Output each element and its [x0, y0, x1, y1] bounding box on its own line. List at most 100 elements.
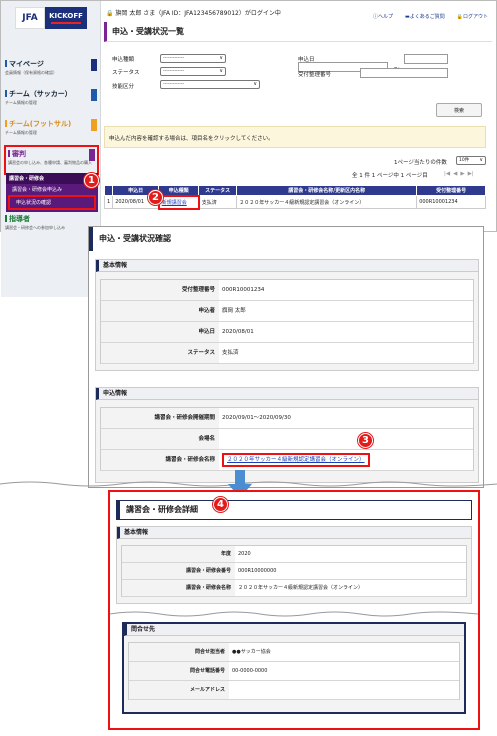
- apply-info-heading: 申込情報: [96, 388, 478, 400]
- per-page-label: 1ページ当たりの件数: [394, 160, 447, 166]
- col-no: [103, 185, 114, 196]
- soccer-tab-icon: [91, 89, 97, 101]
- col-name: 講習会・研修会名称/更新区内名称: [236, 185, 418, 196]
- kv-key: 講習会・研修会名称: [101, 450, 219, 470]
- sidebar-item-sub: 講習会の申し込み、各種申請、審判物品の購入: [8, 160, 92, 165]
- per-page-select[interactable]: 10件 ∨: [456, 156, 486, 165]
- kv-key: 申込者: [101, 301, 219, 321]
- kv-value: ２０２０年サッカー４級新規認定講習会（オンライン）: [219, 450, 473, 470]
- per-page-value: 10件: [459, 158, 470, 163]
- kv-row: メールアドレス: [129, 681, 459, 700]
- sidebar-item-team-futsal[interactable]: チーム(フットサル) チーム情報の管理: [5, 119, 97, 135]
- sidebar-item-mypage[interactable]: マイページ 会員情報（保有資格の確認）: [5, 59, 97, 75]
- referee-marker-icon: [8, 150, 10, 157]
- kv-row: 問合せ担当者 ●●サッカー協会: [129, 643, 459, 662]
- kv-key: 受付整理番号: [101, 280, 219, 300]
- date-to-input[interactable]: [404, 54, 448, 64]
- sidebar-item-coach[interactable]: 指導者 講習会・研修会への参加申し込み: [5, 214, 97, 230]
- tech-select[interactable]: ------------- ∨: [160, 80, 260, 89]
- login-user-text: 旗岡 太郎 さま（JFA ID：JFA123456789012）がログイン中: [115, 10, 281, 17]
- kv-value: ２０２０年サッカー４級新規認定講習会（オンライン）: [235, 580, 466, 596]
- logo-red-bar: [51, 22, 81, 24]
- subnav-item-apply[interactable]: 講習会・研修会申込み: [6, 184, 98, 195]
- kv-key: 会場名: [101, 429, 219, 449]
- confirm-window: 申込・受講状況確認 基本情報 受付整理番号 000R10001234 申込者 旗岡 …: [88, 226, 484, 488]
- apply-info-table: 講習会・研修会開催期間 2020/09/01〜2020/09/30 会場名 講習会…: [100, 407, 474, 471]
- kv-row: 申込日 2020/08/01: [101, 322, 473, 343]
- sidebar-item-sub: 講習会・研修会への参加申し込み: [5, 225, 65, 230]
- cell-name: ２０２０年サッカー４級新規認定講習会（オンライン）: [236, 195, 418, 209]
- confirm-title: 申込・受講状況確認: [89, 227, 483, 251]
- prev-page-icon[interactable]: ◀: [453, 171, 457, 177]
- kv-row: 受付整理番号 000R10001234: [101, 280, 473, 301]
- logout-link[interactable]: 🔒ログアウト: [457, 13, 488, 20]
- kv-row: 問合せ電話番号 00-0000-0000: [129, 662, 459, 681]
- kv-row: ステータス 支払済: [101, 343, 473, 364]
- subnav-item-status[interactable]: 申込状況の確認: [8, 195, 96, 210]
- kv-value: 000R10001234: [219, 280, 473, 300]
- logout-label: ログアウト: [462, 14, 488, 20]
- faq-link[interactable]: ▬よくあるご質問: [405, 13, 445, 20]
- first-page-icon[interactable]: |◀: [444, 171, 450, 177]
- kv-row: 会場名: [101, 429, 473, 450]
- basic-info-section: 基本情報 受付整理番号 000R10001234 申込者 旗岡 太郎 申込日 2020…: [95, 259, 479, 371]
- futsal-tab-icon: [91, 119, 97, 131]
- kv-key: 講習会・研修会番号: [122, 563, 235, 579]
- sidebar-item-referee[interactable]: 審判 講習会の申し込み、各種申請、審判物品の購入: [4, 145, 99, 175]
- tech-label: 技能区分: [112, 84, 135, 90]
- receipt-input[interactable]: [360, 68, 448, 78]
- jfa-logo-text: JFA: [15, 7, 45, 29]
- kv-row: 講習会・研修会開催期間 2020/09/01〜2020/09/30: [101, 408, 473, 429]
- callout-1: 1: [84, 173, 99, 188]
- kv-value: 2020/09/01〜2020/09/30: [219, 408, 473, 428]
- lock-icon: 🔒: [106, 10, 114, 17]
- callout-2: 2: [148, 190, 163, 205]
- detail-basic-table: 年度 2020 講習会・研修会番号 000R10000000 講習会・研修会名称 ２０…: [121, 545, 467, 597]
- sidebar-item-label: 審判: [12, 150, 26, 158]
- coach-marker-icon: [5, 215, 7, 222]
- kv-key: 問合せ担当者: [129, 643, 229, 661]
- kv-value: 支払済: [219, 343, 473, 363]
- kv-value: 00-0000-0000: [229, 662, 459, 680]
- cell-no: 1: [103, 195, 114, 209]
- kv-key: 講習会・研修会開催期間: [101, 408, 219, 428]
- search-button[interactable]: 検索: [436, 103, 482, 117]
- type-link[interactable]: 新規講習会: [162, 200, 187, 206]
- chevron-down-icon: ∨: [479, 157, 483, 163]
- next-page-icon[interactable]: ▶: [460, 171, 464, 177]
- kv-key: メールアドレス: [129, 681, 229, 699]
- detail-title: 講習会・研修会詳細: [116, 500, 472, 520]
- faq-label: よくあるご質問: [409, 14, 445, 20]
- basic-info-table: 受付整理番号 000R10001234 申込者 旗岡 太郎 申込日 2020/08/0…: [100, 279, 474, 364]
- kv-row: 年度 2020: [122, 546, 466, 563]
- basic-info-heading: 基本情報: [96, 260, 478, 272]
- page-title: 申込・受講状況一覧: [104, 22, 492, 42]
- apply-info-section: 申込情報 講習会・研修会開催期間 2020/09/01〜2020/09/30 会場…: [95, 387, 479, 483]
- type-select-value: -------------: [163, 56, 185, 61]
- sidebar-item-team-soccer[interactable]: チーム（サッカー） チーム情報の管理: [5, 89, 97, 105]
- last-page-icon[interactable]: ▶|: [468, 171, 474, 177]
- cell-status: 支払済: [198, 195, 238, 209]
- kv-value: 2020: [235, 546, 466, 562]
- sidebar-item-label: 指導者: [9, 215, 30, 223]
- kv-row: 講習会・研修会名称 ２０２０年サッカー４級新規認定講習会（オンライン）: [122, 580, 466, 597]
- detail-basic-section: 基本情報 年度 2020 講習会・研修会番号 000R10000000 講習会・研修…: [116, 526, 472, 604]
- detail-basic-heading: 基本情報: [117, 527, 471, 539]
- course-name-link[interactable]: ２０２０年サッカー４級新規認定講習会（オンライン）: [222, 453, 370, 467]
- sidebar: JFA KICKOFF マイページ 会員情報（保有資格の確認） チーム（サッカー…: [1, 1, 101, 297]
- kickoff-logo[interactable]: JFA KICKOFF: [15, 7, 87, 29]
- type-select[interactable]: ------------- ∨: [160, 54, 226, 63]
- status-label: ステータス: [112, 70, 140, 76]
- help-link[interactable]: ⓘヘルプ: [373, 13, 393, 20]
- soccer-marker-icon: [5, 90, 7, 97]
- cell-type: 新規講習会: [157, 194, 200, 210]
- notice-box: 申込んだ内容を確認する場合は、項目名をクリックしてください。: [104, 126, 486, 148]
- kv-row: 申込者 旗岡 太郎: [101, 301, 473, 322]
- login-status: 🔒 旗岡 太郎 さま（JFA ID：JFA123456789012）がログイン中: [106, 8, 281, 17]
- status-select[interactable]: ------------- ∨: [160, 67, 226, 76]
- course-detail-window: 講習会・研修会詳細 基本情報 年度 2020 講習会・研修会番号 000R10000…: [108, 490, 480, 730]
- receipt-label: 受付整理番号: [298, 72, 332, 78]
- referee-tab-icon: [89, 149, 95, 161]
- type-label: 申込種類: [112, 57, 135, 63]
- kv-value: [229, 681, 459, 699]
